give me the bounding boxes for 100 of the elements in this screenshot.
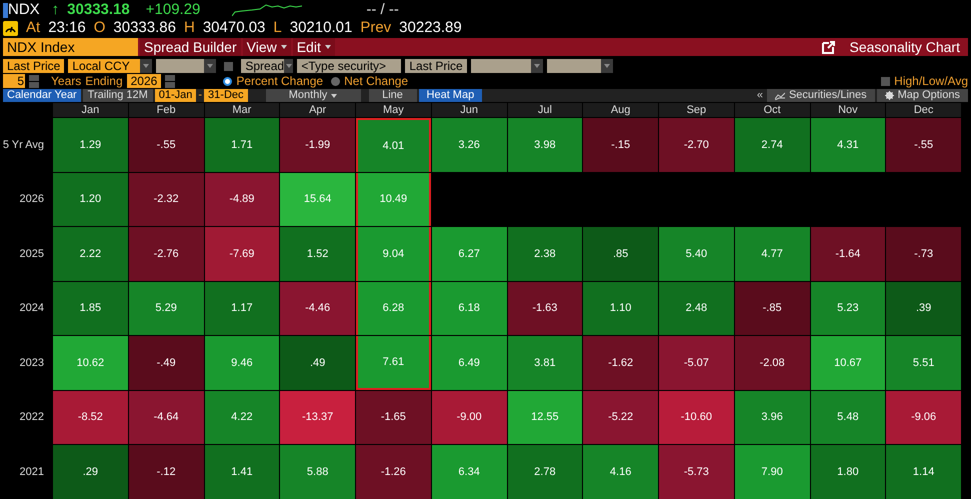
collapse-button[interactable]: «: [754, 89, 765, 102]
field-dropdown[interactable]: Last Price: [3, 59, 64, 73]
heat-map-cell: -10.60: [659, 390, 734, 444]
security-input[interactable]: <Type security>: [297, 59, 402, 73]
menu-button[interactable]: View: [242, 38, 291, 56]
low-price: 30210.01: [290, 18, 352, 38]
at-label: At: [26, 18, 40, 38]
bid-ask: -- / --: [366, 0, 399, 20]
heat-map-cell: -5.07: [659, 336, 734, 390]
up-arrow: ↑: [52, 0, 60, 20]
heat-map-cell: -1.62: [583, 336, 658, 390]
period-tab[interactable]: Calendar Year: [3, 89, 81, 102]
heat-map-cell: 6.27: [432, 227, 506, 281]
heat-map-cell: 1.52: [280, 227, 355, 281]
spread-checkbox[interactable]: [224, 62, 234, 70]
spread-dropdown[interactable]: Spread: [241, 59, 294, 73]
heat-map-cell: 6.18: [432, 282, 506, 336]
spinner-icon[interactable]: [29, 74, 39, 88]
heat-map-cell: -.15: [583, 118, 658, 172]
prev-label: Prev: [360, 18, 392, 38]
frequency-dropdown[interactable]: Monthly: [266, 89, 361, 102]
settings-icon: [884, 91, 894, 100]
heat-map-cell: 1.14: [886, 445, 961, 499]
heat-map-cell: 1.85: [53, 282, 128, 336]
security-field[interactable]: NDX Index: [3, 38, 138, 56]
month-header: Dec: [886, 103, 961, 117]
heat-map-cell: 5.29: [128, 282, 204, 336]
prev-price: 30223.89: [399, 18, 462, 38]
heat-map-cell: -.12: [128, 445, 204, 499]
years-label: Years: [51, 73, 82, 90]
heat-map-cell: -1.99: [280, 118, 355, 172]
heat-map-cell: 12.55: [508, 390, 582, 444]
heat-map-cell: 4.77: [734, 227, 810, 281]
heat-map-cell: 5.88: [280, 445, 355, 499]
month-header: Jan: [53, 103, 128, 117]
external-link-icon[interactable]: [822, 40, 836, 54]
heat-map-cell: .85: [583, 227, 658, 281]
heat-map-cell: 15.64: [280, 172, 355, 226]
heat-map-cell: 1.41: [204, 445, 280, 499]
heat-map-cell: -1.65: [356, 390, 431, 444]
heat-map-cell: 1.17: [204, 282, 280, 336]
gauge-icon: [3, 21, 18, 36]
heat-map-cell: 1.71: [204, 118, 280, 172]
month-header: Sep: [659, 103, 734, 117]
menu-button[interactable]: Edit: [292, 38, 335, 56]
empty-dropdown[interactable]: [156, 59, 216, 73]
heat-map-cell: 3.26: [432, 118, 506, 172]
period-tab[interactable]: Trailing 12M: [82, 89, 153, 102]
heat-map-cell: 1.10: [583, 282, 658, 336]
view-tab[interactable]: Heat Map: [418, 89, 482, 102]
menu-button[interactable]: Spread Builder: [140, 38, 241, 56]
heat-map-cell: 5.48: [810, 390, 886, 444]
start-date-field[interactable]: 01-Jan: [154, 89, 196, 102]
heat-map-cell: -2.08: [734, 336, 810, 390]
end-date-field[interactable]: 31-Dec: [204, 89, 248, 102]
heat-map-cell: -5.22: [583, 390, 658, 444]
heat-map-cell: -.55: [128, 118, 204, 172]
heat-map-cell: 7.61: [356, 336, 431, 390]
heat-map-cell: 6.49: [432, 336, 506, 390]
low-label: L: [273, 18, 282, 38]
heat-map-cell: 9.46: [204, 336, 280, 390]
end-year-field[interactable]: 2026: [126, 74, 162, 88]
heat-map-cell: -.55: [886, 118, 961, 172]
open-price: 30333.86: [113, 18, 176, 38]
heat-map-cell: .49: [280, 336, 355, 390]
map-options-button[interactable]: Map Options: [876, 89, 968, 102]
heat-map-cell: -4.64: [128, 390, 204, 444]
quote-time: 23:16: [48, 18, 86, 38]
caret-icon: [331, 94, 338, 98]
window-title: Seasonality Chart: [849, 38, 961, 56]
high-low-avg-checkbox[interactable]: [881, 76, 890, 86]
security-marker: [3, 2, 8, 18]
radio-option[interactable]: Percent Change: [223, 72, 324, 90]
heat-map-cell: -9.06: [886, 390, 961, 444]
heat-map-cell: -.49: [128, 336, 204, 390]
date-dash: -: [198, 89, 202, 102]
heat-map-cell: -1.26: [356, 445, 431, 499]
month-header: Apr: [280, 103, 355, 117]
chart-lines-icon: [774, 92, 785, 100]
heat-map-cell: -1.64: [810, 227, 886, 281]
spinner-icon[interactable]: [165, 74, 176, 88]
securities-lines-button[interactable]: Securities/Lines: [766, 89, 875, 102]
currency-dropdown[interactable]: Local CCY: [68, 59, 152, 73]
heat-map-cell: 6.28: [356, 282, 431, 336]
heat-map-cell: -1.63: [508, 282, 582, 336]
view-tab[interactable]: Line: [368, 89, 417, 102]
heat-map-cell: -2.32: [128, 172, 204, 226]
field2-dropdown[interactable]: Last Price: [405, 59, 468, 73]
years-field[interactable]: 5: [3, 74, 25, 88]
heat-map-cell: 5.40: [659, 227, 734, 281]
ending-label: Ending: [85, 73, 123, 90]
heat-map-cell: 2.78: [508, 445, 582, 499]
radio-option[interactable]: Net Change: [331, 72, 408, 90]
heat-map-cell: -13.37: [280, 390, 355, 444]
empty-dropdown[interactable]: [471, 59, 544, 73]
heat-map-cell: 3.96: [734, 390, 810, 444]
heat-map-cell: -2.76: [128, 227, 204, 281]
heat-map-cell: 1.20: [53, 172, 128, 226]
empty-dropdown[interactable]: [547, 59, 614, 73]
heat-map-cell: -7.69: [204, 227, 280, 281]
